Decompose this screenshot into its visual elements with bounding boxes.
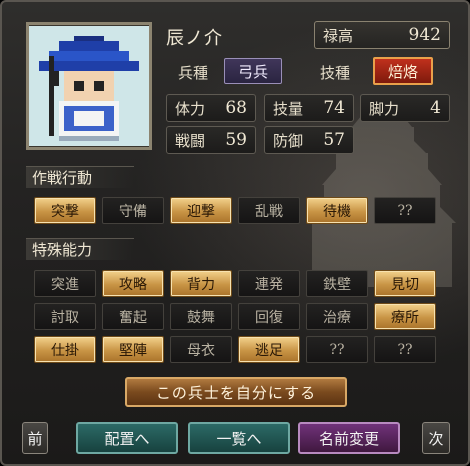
stat-value: 68 (225, 98, 247, 118)
tactics-header: 作戦行動 (26, 166, 134, 188)
abilities-button[interactable]: ?? (374, 336, 436, 363)
tactics-button[interactable]: 突撃 (34, 197, 96, 224)
abilities-button[interactable]: 鼓舞 (170, 303, 232, 330)
abilities-button[interactable]: 鉄壁 (306, 270, 368, 297)
tactics-button[interactable]: 待機 (306, 197, 368, 224)
wealth-label: 禄高 (323, 26, 354, 45)
abilities-button[interactable]: 逃足 (238, 336, 300, 363)
tactics-button[interactable]: ?? (374, 197, 436, 224)
abilities-button[interactable]: 療所 (374, 303, 436, 330)
stat-label: 戦闘 (175, 131, 206, 150)
unit-name: 辰ノ介 (166, 28, 223, 49)
abilities-button[interactable]: 攻略 (102, 270, 164, 297)
troop-type-label: 兵種 (178, 64, 209, 82)
prev-button[interactable]: 前 (22, 422, 48, 454)
troop-type-value: 弓兵 (224, 58, 282, 84)
abilities-button[interactable]: 堅陣 (102, 336, 164, 363)
stat-value: 57 (323, 130, 345, 150)
tactics-button[interactable]: 迎撃 (170, 197, 232, 224)
skill-type-value: 焙烙 (373, 57, 433, 85)
next-button[interactable]: 次 (422, 422, 450, 454)
soldier-portrait-icon (29, 26, 149, 146)
abilities-button[interactable]: 仕掛 (34, 336, 96, 363)
stat-defense: 防御 57 (264, 126, 354, 154)
stat-value: 4 (430, 98, 441, 118)
abilities-button[interactable]: 見切 (374, 270, 436, 297)
abilities-button[interactable]: ?? (306, 336, 368, 363)
abilities-button[interactable]: 討取 (34, 303, 96, 330)
tactics-button[interactable]: 乱戦 (238, 197, 300, 224)
stat-label: 脚力 (369, 99, 400, 118)
tactics-button[interactable]: 守備 (102, 197, 164, 224)
stat-speed: 脚力 4 (360, 94, 450, 122)
stat-value: 74 (323, 98, 345, 118)
wealth-value: 942 (408, 25, 441, 45)
abilities-button[interactable]: 連発 (238, 270, 300, 297)
stat-value: 59 (225, 130, 247, 150)
abilities-button[interactable]: 突進 (34, 270, 96, 297)
rename-button[interactable]: 名前変更 (298, 422, 400, 454)
list-button[interactable]: 一覧へ (188, 422, 290, 454)
skill-type-label: 技種 (320, 64, 351, 82)
stat-label: 技量 (273, 99, 304, 118)
placement-button[interactable]: 配置へ (76, 422, 178, 454)
stat-label: 体力 (175, 99, 206, 118)
make-own-button[interactable]: この兵士を自分にする (125, 377, 347, 407)
abilities-button[interactable]: 治療 (306, 303, 368, 330)
abilities-button[interactable]: 回復 (238, 303, 300, 330)
stat-hp: 体力 68 (166, 94, 256, 122)
abilities-button[interactable]: 背力 (170, 270, 232, 297)
abilities-header: 特殊能力 (26, 238, 134, 260)
unit-portrait (26, 22, 152, 150)
abilities-button[interactable]: 奮起 (102, 303, 164, 330)
stat-skill: 技量 74 (264, 94, 354, 122)
stat-combat: 戦闘 59 (166, 126, 256, 154)
wealth-box: 禄高 942 (314, 21, 450, 49)
stat-label: 防御 (273, 131, 304, 150)
unit-detail-panel: 辰ノ介 禄高 942 兵種 弓兵 技種 焙烙 体力 68 技量 74 脚力 4 … (0, 0, 470, 466)
abilities-button[interactable]: 母衣 (170, 336, 232, 363)
